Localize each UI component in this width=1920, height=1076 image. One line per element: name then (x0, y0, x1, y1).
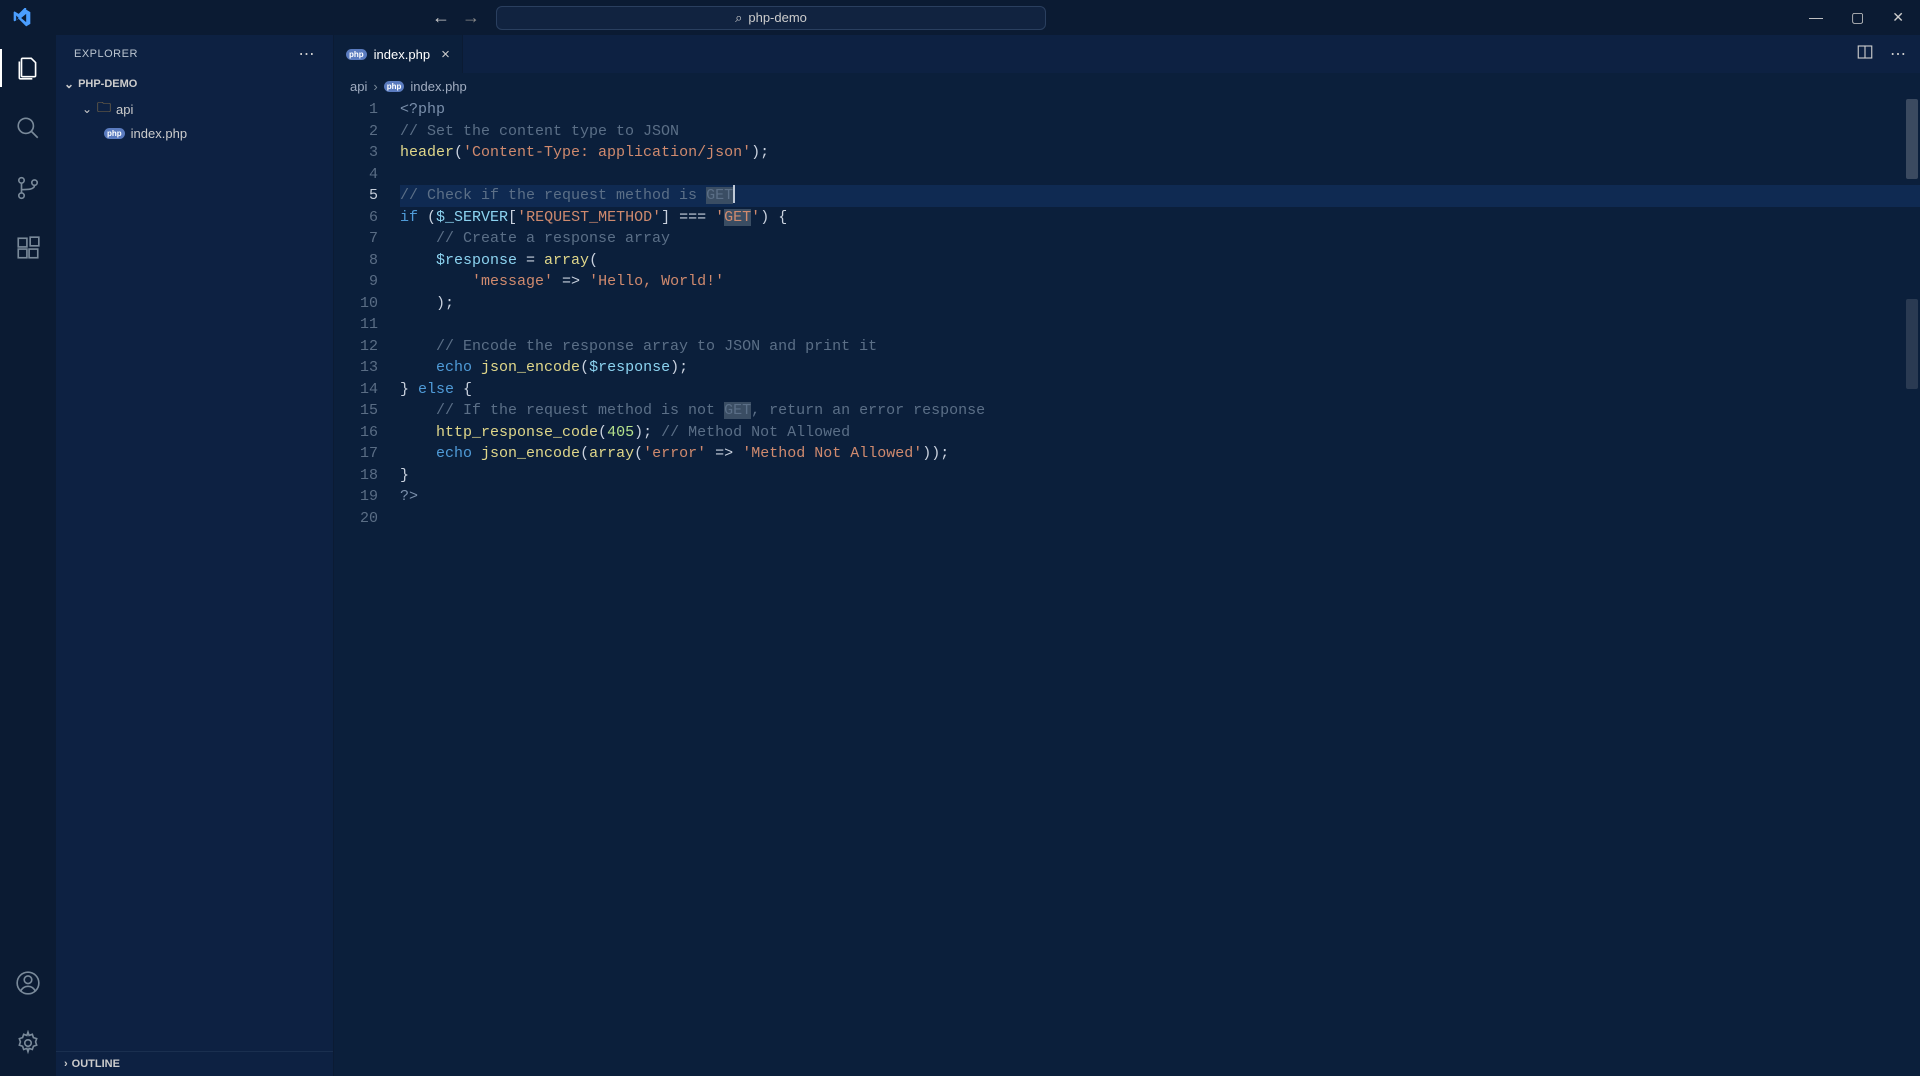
file-label: index.php (131, 126, 187, 141)
search-text: php-demo (748, 10, 807, 25)
tab-index-php[interactable]: php index.php × (334, 35, 463, 73)
nav-arrows: ← → (432, 7, 480, 28)
maximize-icon[interactable]: ▢ (1851, 9, 1864, 26)
git-branch-icon (15, 175, 41, 201)
search-icon: ⌕ (735, 10, 742, 26)
php-file-icon: php (384, 81, 405, 92)
command-center-search[interactable]: ⌕ php-demo (496, 6, 1046, 30)
title-bar: ← → ⌕ php-demo — ▢ ✕ (0, 0, 1920, 35)
chevron-right-icon: › (373, 79, 377, 94)
folder-open-icon: 🗀 (97, 97, 111, 121)
line-number-gutter: 1234 5678 9101112 13141516 17181920 (334, 99, 400, 1076)
tab-close-icon[interactable]: × (441, 46, 450, 63)
activity-explorer[interactable] (13, 53, 43, 83)
project-name: PHP-DEMO (78, 78, 137, 90)
account-icon (15, 970, 41, 996)
nav-back-icon[interactable]: ← (432, 7, 450, 28)
sidebar-title: EXPLORER (74, 48, 138, 60)
search-icon (15, 115, 41, 141)
activity-accounts[interactable] (13, 968, 43, 998)
scrollbar-thumb[interactable] (1906, 99, 1918, 179)
sidebar-explorer: EXPLORER ⋯ ⌄ PHP-DEMO ⌄ 🗀 api php index.… (56, 35, 334, 1076)
breadcrumb-folder[interactable]: api (350, 79, 367, 94)
breadcrumb-file[interactable]: index.php (410, 79, 466, 94)
activity-search[interactable] (13, 113, 43, 143)
chevron-down-icon: ⌄ (80, 102, 94, 116)
activity-extensions[interactable] (13, 233, 43, 263)
activity-bar (0, 35, 56, 1076)
chevron-right-icon: › (64, 1058, 68, 1070)
outline-label: OUTLINE (72, 1058, 120, 1070)
php-file-icon: php (346, 49, 367, 60)
sidebar-project-section[interactable]: ⌄ PHP-DEMO (56, 73, 333, 95)
folder-label: api (116, 102, 133, 117)
code-content[interactable]: <?php // Set the content type to JSON he… (400, 99, 1920, 1076)
chevron-down-icon: ⌄ (64, 77, 74, 91)
sidebar-header: EXPLORER ⋯ (56, 35, 333, 73)
extensions-icon (15, 235, 41, 261)
nav-forward-icon[interactable]: → (462, 7, 480, 28)
tab-label: index.php (374, 47, 430, 62)
scrollbar-thumb[interactable] (1906, 299, 1918, 389)
tree-file-index-php[interactable]: php index.php (56, 121, 333, 145)
editor-area: php index.php × ⋯ api › php index.php 12… (334, 35, 1920, 1076)
sidebar-outline-section[interactable]: › OUTLINE (56, 1051, 333, 1076)
code-editor[interactable]: 1234 5678 9101112 13141516 17181920 <?ph… (334, 99, 1920, 1076)
editor-more-icon[interactable]: ⋯ (1890, 44, 1906, 64)
gear-icon (15, 1030, 41, 1056)
close-icon[interactable]: ✕ (1892, 9, 1904, 26)
files-icon (15, 55, 41, 81)
minimize-icon[interactable]: — (1809, 9, 1823, 26)
tabs-bar: php index.php × ⋯ (334, 35, 1920, 73)
activity-source-control[interactable] (13, 173, 43, 203)
php-file-icon: php (104, 128, 125, 139)
tree-folder-api[interactable]: ⌄ 🗀 api (56, 97, 333, 121)
activity-settings[interactable] (13, 1028, 43, 1058)
split-editor-icon[interactable] (1856, 43, 1874, 66)
sidebar-more-icon[interactable]: ⋯ (299, 44, 316, 64)
window-controls: — ▢ ✕ (1809, 9, 1904, 26)
file-tree: ⌄ 🗀 api php index.php (56, 95, 333, 1051)
vscode-logo-icon (12, 8, 32, 28)
breadcrumbs[interactable]: api › php index.php (334, 73, 1920, 99)
